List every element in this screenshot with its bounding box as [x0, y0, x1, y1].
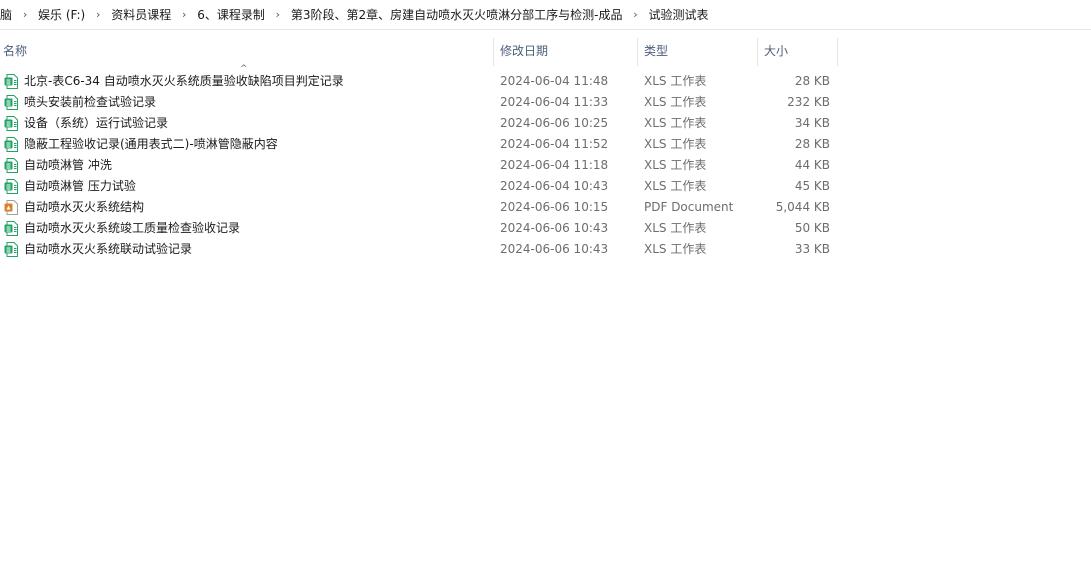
file-row[interactable]: 喷头安装前检查试验记录 2024-06-04 11:33 XLS 工作表 232 KB [0, 92, 840, 113]
file-size: 50 KB [794, 221, 830, 235]
file-type: XLS 工作表 [644, 179, 707, 193]
chevron-right-icon[interactable]: › [177, 8, 191, 21]
file-type: PDF Document [644, 200, 734, 214]
file-size: 33 KB [794, 242, 830, 256]
file-modified-date: 2024-06-04 11:33 [500, 95, 609, 109]
file-name: 自动喷淋管 冲洗 [24, 158, 112, 172]
file-modified-date: 2024-06-06 10:43 [500, 242, 609, 256]
breadcrumb-item-current[interactable]: 试验测试表 [642, 3, 714, 27]
file-name: 自动喷水灭火系统结构 [24, 200, 145, 214]
xls-icon [4, 221, 19, 236]
xls-icon [4, 158, 19, 173]
file-type: XLS 工作表 [644, 158, 707, 172]
file-name: 隐蔽工程验收记录(通用表式二)-喷淋管隐蔽内容 [24, 137, 278, 151]
xls-icon [4, 179, 19, 194]
chevron-right-icon[interactable]: › [18, 8, 32, 21]
file-modified-date: 2024-06-04 11:48 [500, 74, 609, 88]
chevron-right-icon[interactable]: › [628, 8, 642, 21]
file-size: 232 KB [787, 95, 830, 109]
file-row[interactable]: 北京-表C6-34 自动喷水灭火系统质量验收缺陷项目判定记录 2024-06-04… [0, 71, 840, 92]
file-name: 喷头安装前检查试验记录 [24, 95, 157, 109]
file-list: 北京-表C6-34 自动喷水灭火系统质量验收缺陷项目判定记录 2024-06-04… [0, 71, 840, 260]
breadcrumb-item-course[interactable]: 资料员课程 [105, 3, 177, 27]
column-header-name[interactable]: 名称 [0, 36, 493, 66]
column-divider[interactable] [837, 38, 838, 66]
file-row[interactable]: 自动喷水灭火系统结构 2024-06-06 10:15 PDF Document 5,… [0, 197, 840, 218]
file-size: 34 KB [794, 116, 830, 130]
file-modified-date: 2024-06-04 11:18 [500, 158, 609, 172]
file-row[interactable]: 自动喷水灭火系统联动试验记录 2024-06-06 10:43 XLS 工作表 33 … [0, 239, 840, 260]
file-size: 5,044 KB [775, 200, 830, 214]
file-name: 自动喷淋管 压力试验 [24, 179, 136, 193]
column-header-size[interactable]: 大小 [758, 36, 837, 66]
breadcrumb-item-pc[interactable]: 脑 [0, 3, 18, 27]
file-modified-date: 2024-06-06 10:25 [500, 116, 609, 130]
file-row[interactable]: 自动喷淋管 冲洗 2024-06-04 11:18 XLS 工作表 44 KB [0, 155, 840, 176]
file-name: 北京-表C6-34 自动喷水灭火系统质量验收缺陷项目判定记录 [24, 74, 344, 88]
breadcrumb-item-recording[interactable]: 6、课程录制 [191, 3, 271, 27]
column-header-row: ^ 名称 修改日期 类型 大小 [0, 36, 1091, 74]
file-modified-date: 2024-06-06 10:15 [500, 200, 609, 214]
breadcrumb-item-drive[interactable]: 娱乐 (F:) [32, 3, 91, 27]
file-row[interactable]: 自动喷淋管 压力试验 2024-06-04 10:43 XLS 工作表 45 KB [0, 176, 840, 197]
xls-icon [4, 116, 19, 131]
chevron-right-icon[interactable]: › [91, 8, 105, 21]
xls-icon [4, 95, 19, 110]
file-name: 自动喷水灭火系统竣工质量检查验收记录 [24, 221, 241, 235]
file-modified-date: 2024-06-04 10:43 [500, 179, 609, 193]
file-type: XLS 工作表 [644, 74, 707, 88]
column-header-type[interactable]: 类型 [638, 36, 757, 66]
xls-icon [4, 74, 19, 89]
breadcrumb-item-chapter[interactable]: 第3阶段、第2章、房建自动喷水灭火喷淋分部工序与检测-成品 [285, 3, 629, 27]
xls-icon [4, 242, 19, 257]
file-size: 28 KB [794, 74, 830, 88]
file-type: XLS 工作表 [644, 221, 707, 235]
file-type: XLS 工作表 [644, 242, 707, 256]
file-name: 自动喷水灭火系统联动试验记录 [24, 242, 193, 256]
file-row[interactable]: 隐蔽工程验收记录(通用表式二)-喷淋管隐蔽内容 2024-06-04 11:52 X… [0, 134, 840, 155]
file-type: XLS 工作表 [644, 116, 707, 130]
breadcrumb: 脑 › 娱乐 (F:) › 资料员课程 › 6、课程录制 › 第3阶段、第2章、… [0, 0, 1091, 30]
file-row[interactable]: 自动喷水灭火系统竣工质量检查验收记录 2024-06-06 10:43 XLS 工作… [0, 218, 840, 239]
pdf-icon [4, 200, 19, 215]
file-size: 45 KB [794, 179, 830, 193]
file-size: 44 KB [794, 158, 830, 172]
file-name: 设备（系统）运行试验记录 [24, 116, 169, 130]
file-row[interactable]: 设备（系统）运行试验记录 2024-06-06 10:25 XLS 工作表 34 KB [0, 113, 840, 134]
chevron-right-icon[interactable]: › [271, 8, 285, 21]
xls-icon [4, 137, 19, 152]
column-header-date[interactable]: 修改日期 [494, 36, 637, 66]
file-type: XLS 工作表 [644, 137, 707, 151]
file-size: 28 KB [794, 137, 830, 151]
file-modified-date: 2024-06-06 10:43 [500, 221, 609, 235]
file-type: XLS 工作表 [644, 95, 707, 109]
file-modified-date: 2024-06-04 11:52 [500, 137, 609, 151]
